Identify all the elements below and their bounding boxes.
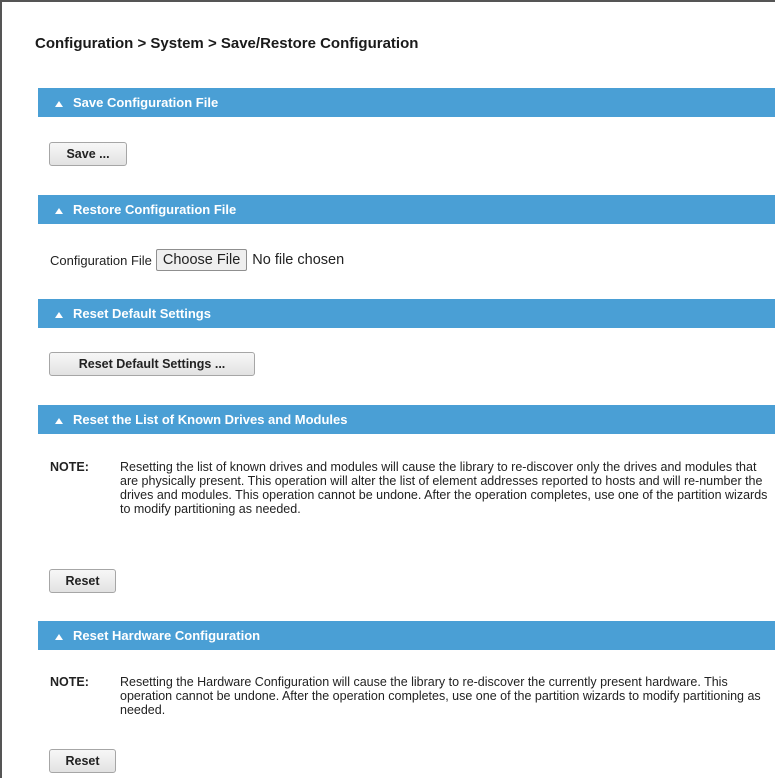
section-title: Restore Configuration File: [73, 202, 237, 217]
section-header-save-configuration[interactable]: Save Configuration File: [38, 88, 775, 117]
note-label: NOTE:: [50, 675, 89, 689]
collapse-triangle-icon: [55, 311, 63, 318]
note-label: NOTE:: [50, 460, 89, 474]
collapse-triangle-icon: [55, 100, 63, 107]
section-header-reset-hardware[interactable]: Reset Hardware Configuration: [38, 621, 775, 650]
section-title: Reset the List of Known Drives and Modul…: [73, 412, 348, 427]
note-text: Resetting the Hardware Configuration wil…: [120, 675, 761, 717]
save-button[interactable]: Save ...: [49, 142, 127, 166]
section-header-restore-configuration[interactable]: Restore Configuration File: [38, 195, 775, 224]
section-title: Reset Default Settings: [73, 306, 211, 321]
section-title: Reset Hardware Configuration: [73, 628, 261, 643]
reset-known-drives-button[interactable]: Reset: [49, 569, 116, 593]
section-header-reset-known-drives[interactable]: Reset the List of Known Drives and Modul…: [38, 405, 775, 434]
page-frame: Configuration > System > Save/Restore Co…: [0, 0, 775, 778]
section-header-reset-defaults[interactable]: Reset Default Settings: [38, 299, 775, 328]
configuration-file-label: Configuration File: [50, 252, 152, 268]
collapse-triangle-icon: [55, 417, 63, 424]
collapse-triangle-icon: [55, 633, 63, 640]
reset-default-settings-button[interactable]: Reset Default Settings ...: [49, 352, 255, 376]
collapse-triangle-icon: [55, 207, 63, 214]
configuration-file-row: Configuration File Choose File No file c…: [50, 248, 344, 272]
file-status-text: No file chosen: [252, 252, 345, 268]
reset-hardware-button[interactable]: Reset: [49, 749, 116, 773]
breadcrumb: Configuration > System > Save/Restore Co…: [35, 35, 419, 52]
section-title: Save Configuration File: [73, 95, 219, 110]
note-text: Resetting the list of known drives and m…: [120, 460, 768, 516]
choose-file-button[interactable]: Choose File: [155, 249, 248, 271]
